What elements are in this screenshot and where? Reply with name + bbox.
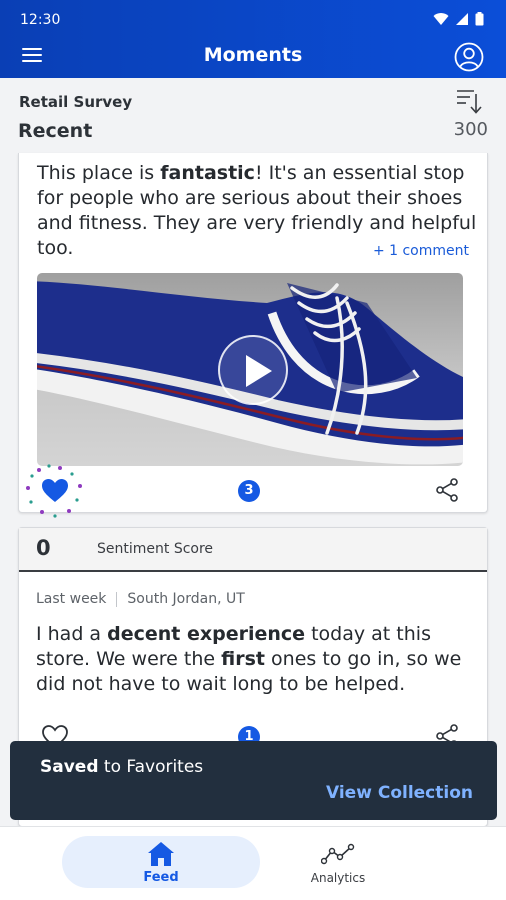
status-icons — [433, 12, 484, 26]
saved-snackbar: Saved to Favorites View Collection — [10, 741, 497, 820]
status-time: 12:30 — [20, 12, 61, 28]
nav-label-analytics: Analytics — [310, 871, 366, 885]
meta-divider — [116, 591, 118, 607]
battery-icon — [475, 12, 484, 26]
wifi-icon — [433, 13, 449, 25]
moment-time: Last week — [36, 591, 107, 607]
sort-icon[interactable] — [456, 88, 484, 114]
signal-icon — [456, 13, 468, 25]
view-collection-button[interactable]: View Collection — [326, 783, 473, 803]
app-bar: 12:30 Moments — [0, 0, 506, 78]
moment-text: I had a decent experience today at this … — [36, 623, 462, 695]
survey-name: Retail Survey — [19, 93, 133, 111]
sentiment-score-value: 0 — [36, 536, 51, 560]
moment-card: This place is fantastic! It's an essenti… — [18, 153, 489, 518]
snackbar-message: Saved to Favorites — [40, 757, 204, 777]
sentiment-score-row: 0 Sentiment Score — [19, 528, 487, 572]
nav-item-analytics[interactable]: Analytics — [290, 836, 386, 888]
comment-count-badge[interactable]: 3 — [238, 480, 260, 502]
share-icon[interactable] — [435, 478, 459, 502]
page-title: Moments — [203, 44, 303, 66]
heart-icon[interactable] — [41, 478, 69, 504]
moment-meta: Last week South Jordan, UT — [36, 591, 245, 607]
response-count: 300 — [453, 119, 488, 140]
play-icon[interactable] — [218, 335, 288, 405]
comments-link[interactable]: + 1 comment — [373, 243, 469, 259]
section-title: Recent — [18, 120, 93, 142]
home-icon — [148, 842, 174, 866]
moment-location: South Jordan, UT — [127, 591, 245, 607]
account-icon[interactable] — [454, 42, 484, 72]
card-actions: 3 — [19, 464, 489, 518]
nav-item-feed[interactable]: Feed — [62, 836, 260, 888]
video-thumbnail[interactable] — [37, 273, 463, 466]
analytics-icon — [321, 843, 355, 865]
nav-label-feed: Feed — [143, 870, 179, 885]
feed-subheader: Retail Survey Recent 300 — [0, 78, 506, 154]
sentiment-score-label: Sentiment Score — [97, 541, 214, 557]
bottom-nav: Feed Analytics — [0, 826, 506, 900]
